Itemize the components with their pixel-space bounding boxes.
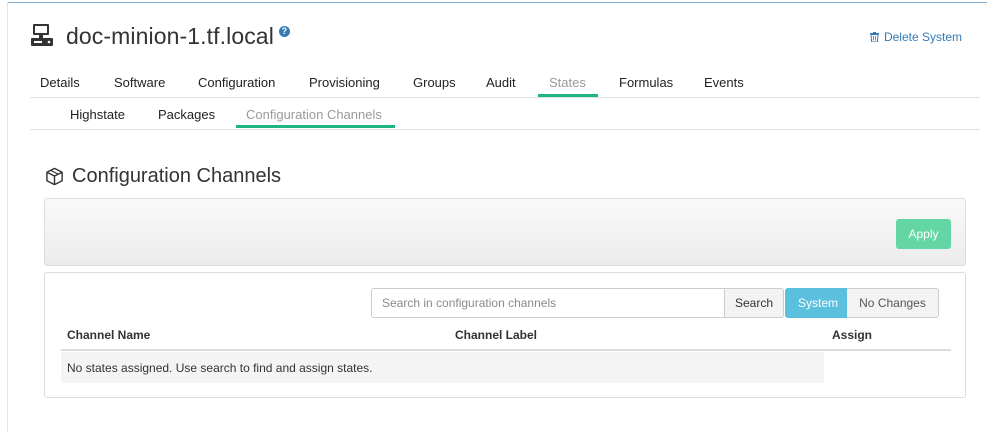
- section-title: Configuration Channels: [45, 165, 281, 188]
- table-header: Channel Name Channel Label Assign: [61, 323, 951, 351]
- server-computer-icon: [31, 24, 53, 46]
- tab-provisioning[interactable]: Provisioning: [309, 75, 380, 90]
- delete-system-link[interactable]: Delete System: [869, 30, 962, 44]
- search-button[interactable]: Search: [724, 288, 784, 318]
- active-subtab-indicator: [236, 125, 395, 128]
- no-changes-filter-button[interactable]: No Changes: [847, 288, 939, 318]
- states-subtabs: Highstate Packages Configuration Channel…: [30, 102, 980, 130]
- search-group: Search: [371, 288, 784, 318]
- trash-icon: [869, 32, 879, 42]
- subtab-configuration-channels[interactable]: Configuration Channels: [246, 107, 382, 122]
- column-header-channel-label[interactable]: Channel Label: [455, 328, 537, 342]
- system-tabs: Details Software Configuration Provision…: [30, 69, 980, 98]
- tab-events[interactable]: Events: [704, 75, 744, 90]
- column-header-channel-name[interactable]: Channel Name: [67, 328, 150, 342]
- subtab-highstate[interactable]: Highstate: [70, 107, 125, 122]
- cube-icon: [46, 167, 63, 186]
- tab-formulas[interactable]: Formulas: [619, 75, 673, 90]
- column-header-assign[interactable]: Assign: [832, 328, 872, 342]
- system-header: doc-minion-1.tf.local ?: [30, 16, 290, 56]
- tab-states[interactable]: States: [549, 75, 586, 90]
- section-title-text: Configuration Channels: [72, 165, 282, 187]
- system-filter-button[interactable]: System: [785, 288, 847, 318]
- tab-groups[interactable]: Groups: [413, 75, 456, 90]
- empty-state-message: No states assigned. Use search to find a…: [61, 352, 824, 383]
- active-tab-indicator: [538, 94, 598, 97]
- tab-software[interactable]: Software: [114, 75, 165, 90]
- system-title: doc-minion-1.tf.local: [66, 22, 274, 49]
- filter-toggle-group: System No Changes: [785, 288, 939, 318]
- delete-system-label: Delete System: [883, 30, 962, 44]
- subtab-packages[interactable]: Packages: [158, 107, 215, 122]
- question-circle-icon[interactable]: ?: [278, 25, 290, 37]
- left-rule: [7, 2, 8, 432]
- action-toolbar: Apply: [44, 198, 966, 266]
- channels-panel: Search System No Changes Channel Name Ch…: [44, 272, 966, 398]
- top-rule: [7, 2, 987, 3]
- apply-button[interactable]: Apply: [896, 219, 951, 249]
- tab-details[interactable]: Details: [40, 75, 80, 90]
- search-input[interactable]: [371, 288, 724, 318]
- tab-audit[interactable]: Audit: [486, 75, 516, 90]
- tab-configuration[interactable]: Configuration: [198, 75, 275, 90]
